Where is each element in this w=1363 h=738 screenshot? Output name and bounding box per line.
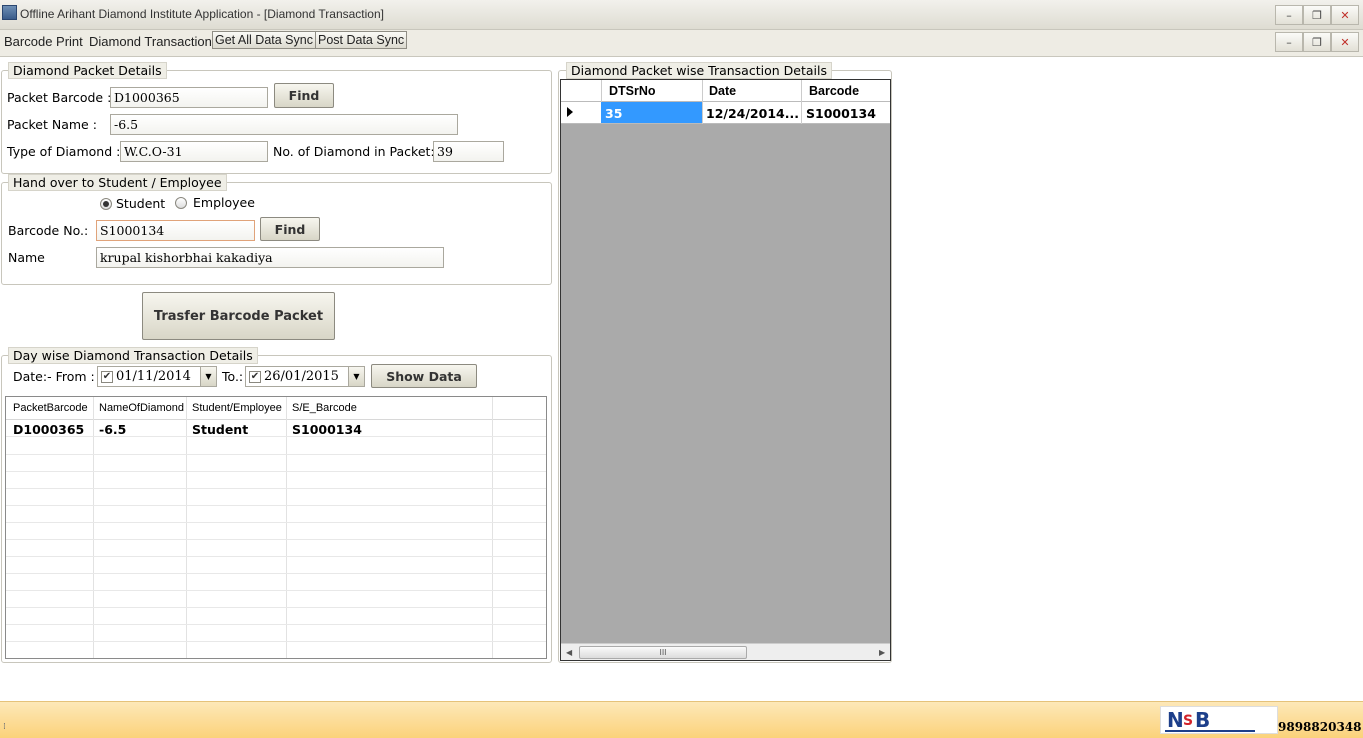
svg-text:B: B [1195, 708, 1210, 732]
logo-graphic: N S B [1165, 708, 1255, 732]
child-close-icon[interactable]: ✕ [1331, 32, 1359, 52]
chevron-down-icon[interactable]: ▼ [348, 367, 364, 386]
packet-details-legend: Diamond Packet Details [8, 62, 167, 79]
cell-barcode: S1000134 [806, 106, 876, 121]
packetwise-grid-header: DTSrNo Date Barcode [561, 80, 890, 102]
cell-date: 12/24/2014... [706, 106, 799, 121]
column-header[interactable]: Barcode [809, 84, 859, 98]
menu-barcode-print[interactable]: Barcode Print [4, 34, 83, 49]
date-from-value: 01/11/2014 [116, 369, 191, 384]
empty-table-row [6, 455, 546, 472]
child-restore-icon[interactable]: ❐ [1303, 32, 1331, 52]
scroll-left-icon[interactable]: ◀ [566, 648, 572, 657]
restore-icon[interactable]: ❐ [1303, 5, 1331, 25]
date-to-picker[interactable]: ✔ 26/01/2015 ▼ [245, 366, 365, 387]
row-pointer-icon [567, 107, 573, 117]
scroll-thumb[interactable]: III [579, 646, 747, 659]
packet-find-button[interactable]: Find [274, 83, 334, 108]
title-bar: Offline Arihant Diamond Institute Applic… [0, 0, 1363, 30]
post-data-sync-button[interactable]: Post Data Sync [315, 31, 408, 49]
date-to-label: To.: [222, 369, 244, 384]
name-field[interactable]: krupal kishorbhai kakadiya [96, 247, 444, 268]
cell-packet-barcode: D1000365 [13, 422, 85, 437]
packet-barcode-label: Packet Barcode : [7, 90, 112, 105]
status-bar [0, 701, 1363, 738]
show-data-button[interactable]: Show Data [371, 364, 477, 388]
date-to-checkbox[interactable]: ✔ [249, 370, 261, 383]
column-header[interactable]: Date [709, 84, 736, 98]
diamond-count-label: No. of Diamond in Packet: [273, 144, 435, 159]
column-header[interactable]: Student/Employee [192, 402, 282, 414]
diamond-count-field[interactable]: 39 [433, 141, 504, 162]
window-controls: – ❐ ✕ [1275, 5, 1359, 25]
child-minimize-icon[interactable]: – [1275, 32, 1303, 52]
scroll-right-icon[interactable]: ▶ [879, 648, 885, 657]
column-header[interactable]: PacketBarcode [13, 402, 88, 414]
cell-dtsrno: 35 [605, 106, 623, 121]
column-header[interactable]: NameOfDiamond [99, 402, 184, 414]
minimize-icon[interactable]: – [1275, 5, 1303, 25]
employee-radio-label[interactable]: Employee [193, 195, 255, 210]
daywise-grid-header: PacketBarcode NameOfDiamond Student/Empl… [6, 397, 546, 420]
date-to-value: 26/01/2015 [264, 369, 339, 384]
cell-student-employee: Student [192, 422, 249, 437]
empty-table-row [6, 523, 546, 540]
company-logo: N S B [1160, 706, 1278, 734]
column-header[interactable]: DTSrNo [609, 84, 656, 98]
packetwise-grid[interactable]: DTSrNo Date Barcode 35 12/24/2014... S10… [560, 79, 891, 661]
employee-radio[interactable] [175, 197, 187, 209]
empty-table-row [6, 608, 546, 625]
horizontal-scrollbar[interactable]: ◀ III ▶ [561, 643, 890, 660]
empty-table-row [6, 438, 546, 455]
child-window-controls: – ❐ ✕ [1275, 32, 1359, 52]
barcode-no-field[interactable]: S1000134 [96, 220, 255, 241]
empty-table-row [6, 574, 546, 591]
daywise-grid[interactable]: PacketBarcode NameOfDiamond Student/Empl… [5, 396, 547, 659]
empty-table-row [6, 557, 546, 574]
date-from-picker[interactable]: ✔ 01/11/2014 ▼ [97, 366, 217, 387]
handover-legend: Hand over to Student / Employee [8, 174, 227, 191]
empty-table-row [6, 591, 546, 608]
date-from-label: Date:- From : [13, 369, 95, 384]
empty-table-row [6, 506, 546, 523]
packet-name-field[interactable]: -6.5 [110, 114, 458, 135]
phone-number: 9898820348 [1278, 720, 1362, 734]
student-radio[interactable] [100, 198, 112, 210]
chevron-down-icon[interactable]: ▼ [200, 367, 216, 386]
transfer-barcode-packet-button[interactable]: Trasfer Barcode Packet [142, 292, 335, 340]
student-find-button[interactable]: Find [260, 217, 320, 241]
daywise-legend: Day wise Diamond Transaction Details [8, 347, 258, 364]
svg-text:S: S [1183, 713, 1193, 729]
empty-table-row [6, 540, 546, 557]
table-row[interactable]: 35 12/24/2014... S1000134 [561, 102, 890, 124]
packetwise-legend: Diamond Packet wise Transaction Details [566, 62, 832, 79]
date-from-checkbox[interactable]: ✔ [101, 370, 113, 383]
resize-grip-icon: ⁞ [3, 722, 6, 732]
cell-name-of-diamond: -6.5 [99, 422, 127, 437]
empty-table-row [6, 489, 546, 506]
diamond-type-label: Type of Diamond : [7, 144, 121, 159]
student-radio-label[interactable]: Student [116, 196, 165, 211]
table-row[interactable]: D1000365 -6.5 Student S1000134 [6, 420, 546, 437]
empty-table-row [6, 642, 546, 658]
empty-table-row [6, 472, 546, 489]
cell-se-barcode: S1000134 [292, 422, 362, 437]
empty-table-row [6, 625, 546, 642]
get-all-data-sync-button[interactable]: Get All Data Sync [212, 31, 316, 49]
packet-name-label: Packet Name : [7, 117, 97, 132]
window-title: Offline Arihant Diamond Institute Applic… [20, 7, 384, 21]
barcode-no-label: Barcode No.: [8, 223, 89, 238]
menu-bar: Barcode Print Diamond Transaction Get Al… [0, 30, 1363, 57]
packet-barcode-field[interactable]: D1000365 [110, 87, 268, 108]
column-header[interactable]: S/E_Barcode [292, 402, 357, 414]
app-icon [2, 5, 17, 20]
name-label: Name [8, 250, 45, 265]
diamond-type-field[interactable]: W.C.O-31 [120, 141, 268, 162]
close-icon[interactable]: ✕ [1331, 5, 1359, 25]
menu-diamond-transaction[interactable]: Diamond Transaction [89, 34, 212, 49]
